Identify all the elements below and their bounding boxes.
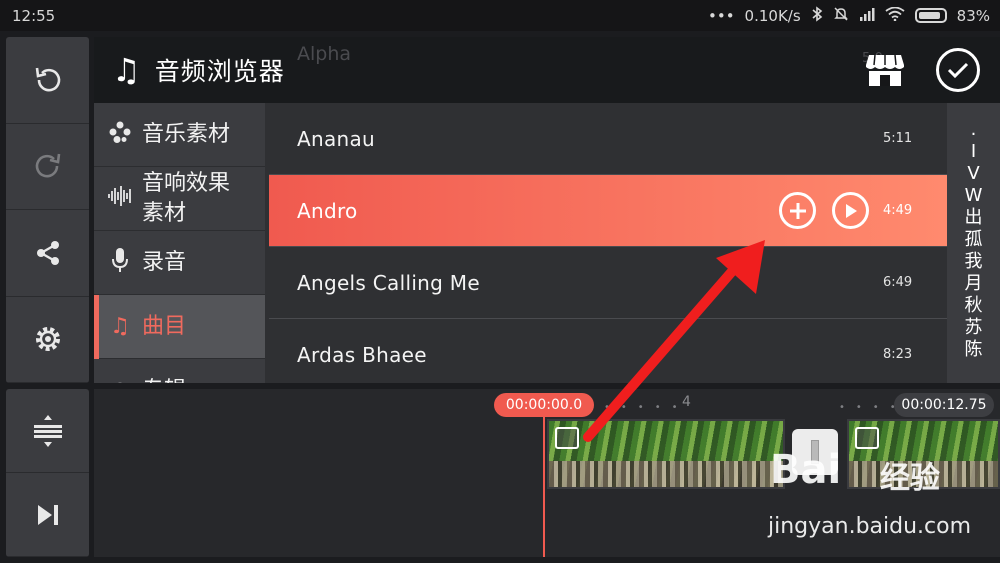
timeline-ruler: •••••: [604, 402, 689, 413]
music-pack-icon: [106, 120, 134, 150]
video-clip[interactable]: [847, 419, 1000, 489]
song-name: Angels Calling Me: [297, 270, 480, 295]
confirm-button[interactable]: [936, 48, 980, 92]
song-name: Ardas Bhaee: [297, 342, 427, 367]
index-letter[interactable]: 月: [965, 273, 983, 295]
category-label: 音乐素材: [142, 121, 231, 147]
play-icon: [845, 203, 857, 218]
transition-button[interactable]: [792, 429, 838, 475]
plus-icon: [789, 202, 806, 219]
category-list: 音乐素材 音响效果素材 录音 ♫ 曲目 ◉ 专辑: [94, 103, 265, 383]
settings-button[interactable]: [6, 297, 89, 383]
wifi-icon: [885, 6, 905, 25]
song-duration: 5:11: [883, 131, 913, 146]
song-name: Andro: [297, 198, 358, 223]
microphone-icon: [106, 247, 134, 279]
song-list: Ananau 5:11 Andro 4:49 Angels Calling Me…: [269, 103, 1000, 383]
redo-button[interactable]: [6, 124, 89, 210]
mute-icon: [833, 6, 849, 26]
add-song-button[interactable]: [779, 192, 816, 229]
audio-browser-panel: Alpha 5:0 ♫ 音频浏览器 音乐素材 音响效果素材 录音: [94, 37, 1000, 383]
music-note-icon: ♫: [110, 314, 130, 339]
skip-to-end-icon: [37, 504, 58, 525]
adjust-layers-icon: [33, 414, 62, 447]
share-button[interactable]: [6, 210, 89, 297]
status-bar: 12:55 ••• 0.10K/s 83%: [0, 0, 1000, 31]
index-letter[interactable]: .: [971, 119, 977, 141]
category-label: 音响效果 素材: [142, 170, 231, 226]
skip-to-end-button[interactable]: [6, 473, 89, 557]
bluetooth-icon: [811, 5, 823, 26]
category-label: 专辑: [142, 376, 186, 384]
category-label: 录音: [142, 249, 187, 275]
list-item-selected[interactable]: Andro 4:49: [269, 175, 1000, 247]
undo-icon: [35, 67, 60, 92]
list-item[interactable]: Angels Calling Me 6:49: [269, 247, 947, 319]
transition-icon: [811, 440, 819, 464]
share-icon: [36, 240, 59, 265]
waveform-icon: [106, 184, 134, 214]
battery-icon: [914, 8, 947, 23]
category-albums[interactable]: ◉ 专辑: [94, 359, 265, 384]
alphabet-index-scroller[interactable]: . I V W 出 孤 我 月 秋 苏 陈: [947, 103, 1000, 383]
index-letter[interactable]: 苏: [965, 317, 983, 339]
notification-dots: •••: [708, 6, 735, 25]
category-tracks[interactable]: ♫ 曲目: [94, 295, 265, 359]
index-letter[interactable]: 出: [965, 207, 983, 229]
browser-title: 音频浏览器: [154, 57, 285, 86]
index-letter[interactable]: 秋: [965, 295, 983, 317]
category-music-assets[interactable]: 音乐素材: [94, 103, 265, 167]
song-duration: 6:49: [883, 275, 913, 290]
battery-percent: 83%: [956, 6, 990, 25]
settings-icon: [35, 327, 60, 352]
signal-icon: [859, 7, 875, 25]
store-button[interactable]: [865, 52, 905, 88]
song-duration: 8:23: [883, 347, 913, 362]
index-letter[interactable]: 我: [965, 251, 983, 273]
network-speed: 0.10K/s: [744, 6, 801, 25]
store-icon: [866, 54, 904, 86]
index-letter[interactable]: I: [971, 141, 976, 163]
album-icon: ◉: [106, 378, 134, 383]
timeline[interactable]: 00:00:00.0 ••••• 4 •••• 00:00:12.75: [94, 389, 1000, 557]
category-label: 曲目: [142, 313, 187, 339]
index-letter[interactable]: 孤: [965, 229, 983, 251]
list-item[interactable]: Ardas Bhaee 8:23: [269, 319, 947, 383]
image-clip-icon: [555, 427, 579, 449]
left-toolbar: [6, 37, 89, 383]
image-clip-icon: [855, 427, 879, 449]
index-letter[interactable]: V: [967, 163, 979, 185]
index-letter[interactable]: W: [965, 185, 983, 207]
play-preview-button[interactable]: [832, 192, 869, 229]
index-letter[interactable]: 陈: [965, 339, 983, 361]
song-duration: 4:49: [883, 203, 913, 218]
category-recordings[interactable]: 录音: [94, 231, 265, 295]
timeline-tools: [6, 389, 89, 557]
song-actions: [779, 192, 869, 229]
video-clip[interactable]: [547, 419, 785, 489]
redo-icon: [35, 154, 60, 178]
adjust-layers-button[interactable]: [6, 389, 89, 473]
total-duration: 00:00:12.75: [894, 393, 994, 417]
category-sound-effects[interactable]: 音响效果 素材: [94, 167, 265, 231]
ruler-mark: 4: [682, 394, 691, 410]
undo-button[interactable]: [6, 37, 89, 124]
playhead-timecode: 00:00:00.0: [494, 393, 594, 417]
list-item[interactable]: Ananau 5:11: [269, 103, 947, 175]
status-time: 12:55: [12, 6, 56, 25]
checkmark-icon: [947, 62, 969, 79]
playhead-line[interactable]: [543, 417, 545, 557]
song-name: Ananau: [297, 126, 376, 151]
music-note-icon: ♫: [112, 51, 141, 89]
faded-song-name: Alpha: [297, 43, 352, 65]
